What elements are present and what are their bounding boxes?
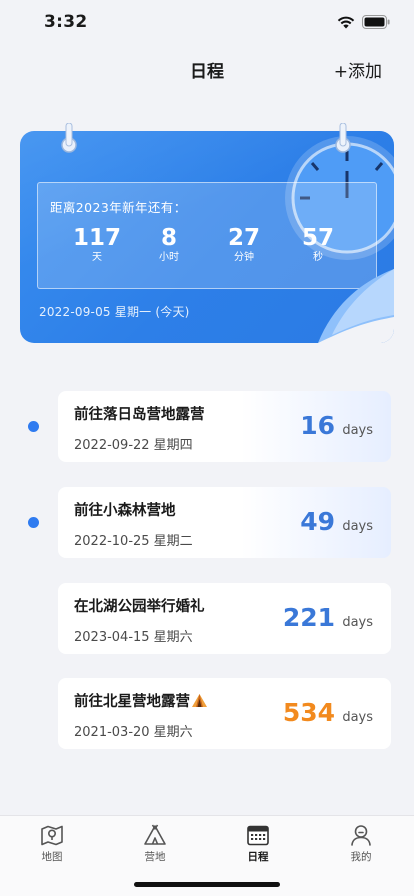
event-card[interactable]: 在北湖公园举行婚礼 2023-04-15 星期六 221 days [58,583,391,654]
event-card[interactable]: 前往小森林营地 2022-10-25 星期二 49 days [58,487,391,558]
tab-label: 地图 [41,851,63,863]
countdown-seconds: 57 秒 [283,225,353,265]
page-curl-decoration [318,269,394,343]
days-value: 117 [72,225,121,251]
battery-icon [362,15,390,29]
list-item: 前往落日岛营地露营 2022-09-22 星期四 16 days [0,391,414,463]
list-item: 前往北星营地露营 2021-03-20 星期六 534 days [0,678,414,750]
countdown-label: 距离2023年新年还有： [50,200,187,215]
tent-icon [192,694,207,707]
event-days: 534 [282,698,335,727]
binder-ring-icon [335,123,351,153]
minutes-value: 27 [227,225,260,251]
tab-profile[interactable]: 我的 [321,816,401,870]
tab-label: 我的 [350,851,372,863]
event-days: 49 [300,507,335,536]
countdown-days: 117 天 [62,225,132,265]
event-date: 2023-04-15 星期六 [74,630,193,645]
upcoming-dot [28,421,39,432]
event-title: 前往落日岛营地露营 [74,407,205,423]
binder-ring-icon [61,123,77,153]
event-title-wrap: 前往北星营地露营 [74,690,208,711]
countdown-card: 距离2023年新年还有： 117 天 8 小时 27 分钟 57 秒 2022-… [20,131,394,343]
event-card[interactable]: 前往落日岛营地露营 2022-09-22 星期四 16 days [58,391,391,462]
home-indicator[interactable] [134,882,280,887]
upcoming-dot [28,517,39,528]
event-date: 2022-09-22 星期四 [74,438,193,453]
event-days-unit: days [342,423,373,438]
countdown-minutes: 27 分钟 [209,225,279,265]
event-days-unit: days [342,710,373,725]
event-title: 在北湖公园举行婚礼 [74,599,205,615]
countdown-hours: 8 小时 [134,225,204,265]
days-label: 天 [92,252,102,263]
event-title: 前往北星营地露营 [74,694,190,710]
minutes-label: 分钟 [234,252,254,263]
add-button[interactable]: +添加 [334,57,382,82]
list-item: 前往小森林营地 2022-10-25 星期二 49 days [0,487,414,559]
event-title: 前往小森林营地 [74,503,176,519]
tab-camp[interactable]: 营地 [115,816,195,870]
event-card[interactable]: 前往北星营地露营 2021-03-20 星期六 534 days [58,678,391,749]
wifi-icon [337,16,355,29]
event-date: 2021-03-20 星期六 [74,725,193,740]
event-days-unit: days [342,519,373,534]
event-days-unit: days [342,615,373,630]
tab-map[interactable]: 地图 [12,816,92,870]
camp-icon [144,824,166,845]
event-date: 2022-10-25 星期二 [74,534,193,549]
hours-value: 8 [160,225,177,251]
hours-label: 小时 [159,252,179,263]
seconds-value: 57 [301,225,334,251]
map-icon [41,825,63,846]
tab-label: 营地 [144,851,166,863]
calendar-icon [247,825,269,846]
today-date: 2022-09-05 星期一 (今天) [39,305,190,319]
status-bar: 3:32 [0,0,414,46]
list-item: 在北湖公园举行婚礼 2023-04-15 星期六 221 days [0,583,414,655]
seconds-label: 秒 [313,252,323,263]
tab-label: 日程 [247,851,269,863]
status-time: 3:32 [44,12,88,32]
event-days: 221 [282,603,335,632]
tab-schedule[interactable]: 日程 [218,816,298,870]
profile-icon [351,825,371,846]
event-days: 16 [300,411,335,440]
